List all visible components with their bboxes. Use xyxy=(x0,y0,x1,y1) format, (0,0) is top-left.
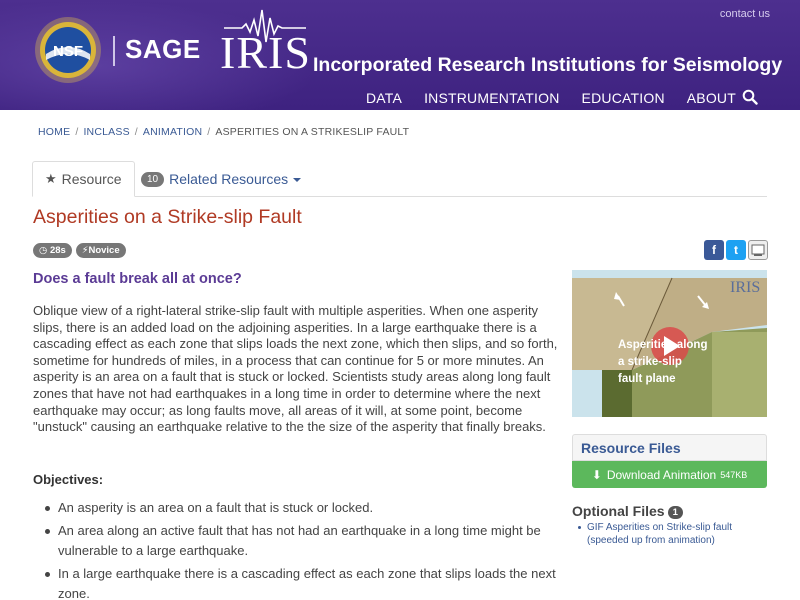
optional-file-link[interactable]: GIF Asperities on Strike-slip fault (spe… xyxy=(576,521,766,547)
duration-value: 28s xyxy=(49,245,66,256)
search-icon[interactable] xyxy=(742,89,758,105)
breadcrumb-inclass[interactable]: INCLASS xyxy=(83,126,129,138)
objective-item: In a large earthquake there is a cascadi… xyxy=(42,564,557,600)
classroom-share-button[interactable] xyxy=(748,240,768,260)
nav-data[interactable]: DATA xyxy=(366,90,402,106)
tab-related-label: Related Resources xyxy=(169,171,289,187)
resource-description: Oblique view of a right-lateral strike-s… xyxy=(33,303,558,435)
breadcrumb: HOME / INCLASS / ANIMATION / ASPERITIES ON A S… xyxy=(38,126,410,138)
optional-files-list: GIF Asperities on Strike-slip fault (spe… xyxy=(576,521,766,547)
animation-thumbnail[interactable]: Asperities along a strike-slip fault pla… xyxy=(572,270,767,417)
page-title: Asperities on a Strike-slip Fault xyxy=(33,206,302,228)
objectives-heading: Objectives: xyxy=(33,472,104,487)
caret-down-icon xyxy=(293,178,302,182)
iris-full-name: Incorporated Research Institutions for S… xyxy=(313,54,783,76)
contact-us-link[interactable]: contact us xyxy=(720,8,770,20)
sage-logo[interactable]: SAGE xyxy=(125,34,201,65)
classroom-icon xyxy=(751,244,765,256)
nav-education[interactable]: EDUCATION xyxy=(582,90,665,106)
tab-resource-label: Resource xyxy=(61,171,122,187)
download-label: Download Animation xyxy=(606,467,717,482)
related-count-badge: 10 xyxy=(141,171,165,187)
thumbnail-caption-2: a strike-slip xyxy=(618,356,682,368)
breadcrumb-animation[interactable]: ANIMATION xyxy=(143,126,202,138)
star-icon: ★ xyxy=(45,171,57,186)
optional-files-label: Optional Files xyxy=(572,503,665,519)
resource-files-heading: Resource Files xyxy=(572,434,767,461)
logo-divider xyxy=(113,36,115,66)
thumbnail-iris-logo: IRIS xyxy=(730,279,760,296)
thumbnail-caption-3: fault plane xyxy=(618,373,676,385)
breadcrumb-home[interactable]: HOME xyxy=(38,126,70,138)
tab-resource[interactable]: ★ Resource xyxy=(32,161,135,197)
main-nav: DATA INSTRUMENTATION EDUCATION ABOUT xyxy=(344,90,736,106)
optional-count-badge: 1 xyxy=(667,506,683,519)
optional-files-heading: Optional Files 1 xyxy=(572,503,683,519)
site-header: contact us NSF SAGE IRIS Incorporated Re… xyxy=(0,0,800,110)
download-icon: ⬇ xyxy=(591,467,602,482)
resource-badges: ◷ 28s ⚡Novice xyxy=(33,243,126,258)
breadcrumb-current: ASPERITIES ON A STRIKESLIP FAULT xyxy=(215,126,410,138)
nsf-logo[interactable]: NSF xyxy=(34,16,102,84)
level-value: Novice xyxy=(88,245,120,256)
nav-about[interactable]: ABOUT xyxy=(687,90,736,106)
duration-badge: ◷ 28s xyxy=(33,243,72,258)
fault-block-illustration: Asperities along a strike-slip fault pla… xyxy=(572,270,767,417)
clock-icon: ◷ xyxy=(39,245,50,256)
objective-item: An area along an active fault that has n… xyxy=(42,521,557,561)
resource-tabs: ★ Resource 10 Related Resources xyxy=(32,161,767,197)
level-badge: ⚡Novice xyxy=(75,243,126,258)
objective-item: An asperity is an area on a fault that i… xyxy=(42,498,557,518)
share-buttons: f t xyxy=(704,240,768,260)
page-subtitle: Does a fault break all at once? xyxy=(33,271,242,287)
tab-related-resources[interactable]: 10 Related Resources xyxy=(129,161,313,197)
nav-instrumentation[interactable]: INSTRUMENTATION xyxy=(424,90,559,106)
download-animation-button[interactable]: ⬇ Download Animation 547KB xyxy=(572,461,767,488)
twitter-share-button[interactable]: t xyxy=(726,240,746,260)
download-size: 547KB xyxy=(720,469,748,480)
nsf-logo-text: NSF xyxy=(53,43,83,60)
objectives-list: An asperity is an area on a fault that i… xyxy=(42,498,557,600)
iris-logo-text[interactable]: IRIS xyxy=(220,26,311,79)
thumbnail-caption-1: Asperities along xyxy=(618,339,707,351)
facebook-share-button[interactable]: f xyxy=(704,240,724,260)
